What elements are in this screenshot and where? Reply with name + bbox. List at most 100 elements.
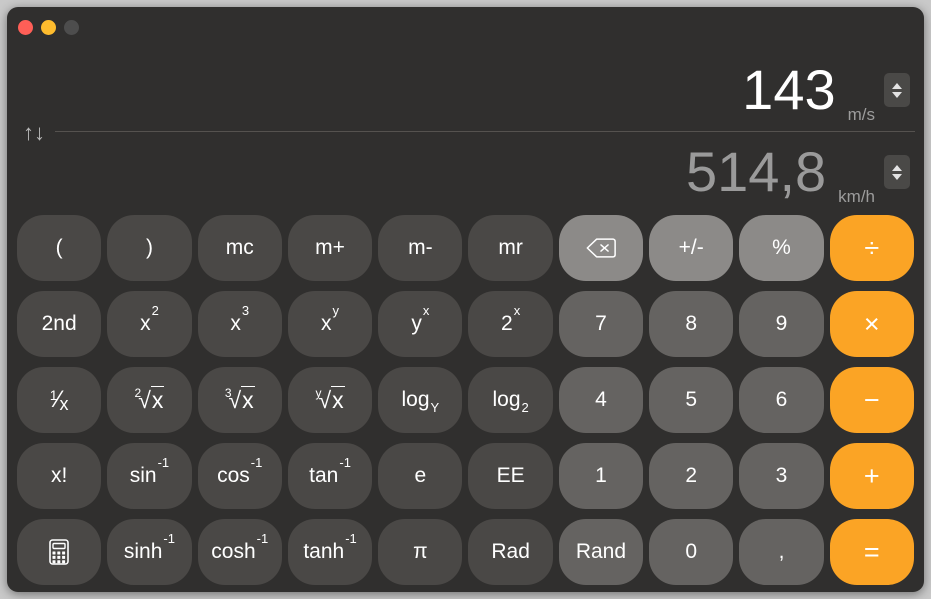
- key-digit-9[interactable]: 9: [739, 291, 824, 357]
- key-label: cos-1: [217, 455, 263, 487]
- key-label: ,: [778, 540, 785, 563]
- key-memory-recall[interactable]: mr: [468, 215, 553, 281]
- key-row-1: () mc m+ m-mr +/-% ÷: [17, 215, 914, 281]
- minimize-button[interactable]: [41, 20, 56, 35]
- key-pi-constant[interactable]: π: [378, 519, 463, 585]
- key-label: EE: [496, 464, 525, 487]
- calculator-window: ↑↓ 143 m/s 514,8 km/h () mc m+ m-mr +/-% ÷ 2nd…: [7, 7, 924, 592]
- key-label: 1: [595, 464, 607, 487]
- key-y-to-the-x[interactable]: yx: [378, 291, 463, 357]
- key-label: 2nd: [41, 312, 77, 335]
- key-log-base-2[interactable]: log2: [468, 367, 553, 433]
- key-label: ×: [863, 308, 880, 339]
- key-label: xy: [321, 303, 340, 335]
- calculator-icon: [49, 539, 69, 565]
- key-reciprocal[interactable]: 1 ⁄ x: [17, 367, 102, 433]
- key-row-2: 2nd x2 x3 xy yx 2x 7 8 9 ×: [17, 291, 914, 357]
- key-label: e: [414, 464, 427, 487]
- key-memory-subtract[interactable]: m-: [378, 215, 463, 281]
- key-label: 9: [775, 312, 788, 335]
- key-memory-clear[interactable]: mc: [197, 215, 282, 281]
- key-cube-root[interactable]: 3 √x: [197, 367, 282, 433]
- key-percent[interactable]: %: [739, 215, 824, 281]
- chevron-down-icon: [892, 91, 902, 98]
- key-label: mc: [225, 236, 254, 259]
- key-label: 7: [595, 312, 607, 335]
- key-label: π: [413, 540, 428, 563]
- from-value[interactable]: 143: [742, 62, 835, 118]
- key-digit-3[interactable]: 3: [739, 443, 824, 509]
- key-label: 0: [685, 540, 698, 563]
- title-bar[interactable]: [7, 7, 924, 49]
- key-y-root[interactable]: y √x: [287, 367, 373, 433]
- key-label: tan-1: [309, 455, 351, 487]
- key-label: tanh-1: [303, 531, 357, 563]
- key-arccosine[interactable]: cos-1: [197, 443, 282, 509]
- key-sign-toggle[interactable]: +/-: [649, 215, 734, 281]
- key-label: (: [55, 236, 63, 259]
- key-label: y √x: [315, 385, 345, 413]
- key-label: 5: [685, 388, 698, 411]
- key-label: sin-1: [129, 455, 170, 487]
- key-square-root[interactable]: 2 √x: [107, 367, 192, 433]
- key-second-function[interactable]: 2nd: [17, 291, 102, 357]
- zoom-button[interactable]: [64, 20, 79, 35]
- key-factorial[interactable]: x!: [17, 443, 102, 509]
- key-arc-hyperbolic-cosine[interactable]: cosh-1: [197, 519, 282, 585]
- key-log-base-y[interactable]: logY: [378, 367, 463, 433]
- key-row-3: 1 ⁄ x 2 √x 3 √x y √x logY log2 4 5 6 −: [17, 367, 914, 433]
- chevron-down-icon: [892, 173, 902, 180]
- key-label: 4: [595, 388, 607, 411]
- key-label: x3: [230, 303, 250, 335]
- to-unit-stepper[interactable]: [884, 155, 910, 189]
- conversion-to-row: 514,8 km/h: [7, 131, 924, 213]
- key-digit-1[interactable]: 1: [558, 443, 644, 509]
- key-digit-0[interactable]: 0: [649, 519, 734, 585]
- key-decimal-separator[interactable]: ,: [739, 519, 824, 585]
- to-value[interactable]: 514,8: [686, 144, 826, 200]
- key-label: log2: [492, 388, 529, 415]
- from-unit-stepper[interactable]: [884, 73, 910, 107]
- key-arcsine[interactable]: sin-1: [107, 443, 192, 509]
- key-digit-5[interactable]: 5: [649, 367, 734, 433]
- key-label: 6: [775, 388, 788, 411]
- key-digit-4[interactable]: 4: [558, 367, 644, 433]
- close-button[interactable]: [18, 20, 33, 35]
- key-divide[interactable]: ÷: [829, 215, 914, 281]
- key-arctangent[interactable]: tan-1: [287, 443, 373, 509]
- key-label: 1 ⁄ x: [49, 386, 69, 414]
- key-digit-2[interactable]: 2: [649, 443, 734, 509]
- key-delete-backspace[interactable]: [558, 215, 644, 281]
- key-two-to-the-x[interactable]: 2x: [468, 291, 553, 357]
- traffic-light-group: [18, 20, 79, 35]
- key-memory-add[interactable]: m+: [287, 215, 373, 281]
- key-arc-hyperbolic-sine[interactable]: sinh-1: [107, 519, 192, 585]
- key-paren-open[interactable]: (: [17, 215, 102, 281]
- key-digit-6[interactable]: 6: [739, 367, 824, 433]
- key-radians-toggle[interactable]: Rad: [468, 519, 553, 585]
- key-label: x2: [140, 303, 159, 335]
- key-x-squared[interactable]: x2: [107, 291, 192, 357]
- key-arc-hyperbolic-tangent[interactable]: tanh-1: [287, 519, 373, 585]
- key-paren-close[interactable]: ): [107, 215, 192, 281]
- key-label: m+: [315, 236, 345, 259]
- conversion-from-row: 143 m/s: [7, 49, 924, 131]
- key-euler-constant[interactable]: e: [378, 443, 463, 509]
- key-digit-7[interactable]: 7: [558, 291, 644, 357]
- key-x-cubed[interactable]: x3: [197, 291, 282, 357]
- keypad: () mc m+ m-mr +/-% ÷ 2nd x2 x3 xy yx 2x 7 8 9 × 1 ⁄ x 2 √x 3 √…: [17, 215, 914, 585]
- key-equals[interactable]: =: [829, 519, 914, 585]
- key-exponent-entry[interactable]: EE: [468, 443, 553, 509]
- chevron-up-icon: [892, 82, 902, 89]
- key-label: 8: [685, 312, 698, 335]
- key-label: 3 √x: [224, 385, 255, 413]
- key-subtract[interactable]: −: [829, 367, 914, 433]
- key-label: +: [863, 460, 880, 491]
- key-random-number[interactable]: Rand: [558, 519, 644, 585]
- key-add[interactable]: +: [829, 443, 914, 509]
- key-calculator-mode[interactable]: [17, 519, 102, 585]
- key-label: %: [772, 236, 791, 259]
- key-x-to-the-y[interactable]: xy: [287, 291, 373, 357]
- key-multiply[interactable]: ×: [829, 291, 914, 357]
- key-digit-8[interactable]: 8: [649, 291, 734, 357]
